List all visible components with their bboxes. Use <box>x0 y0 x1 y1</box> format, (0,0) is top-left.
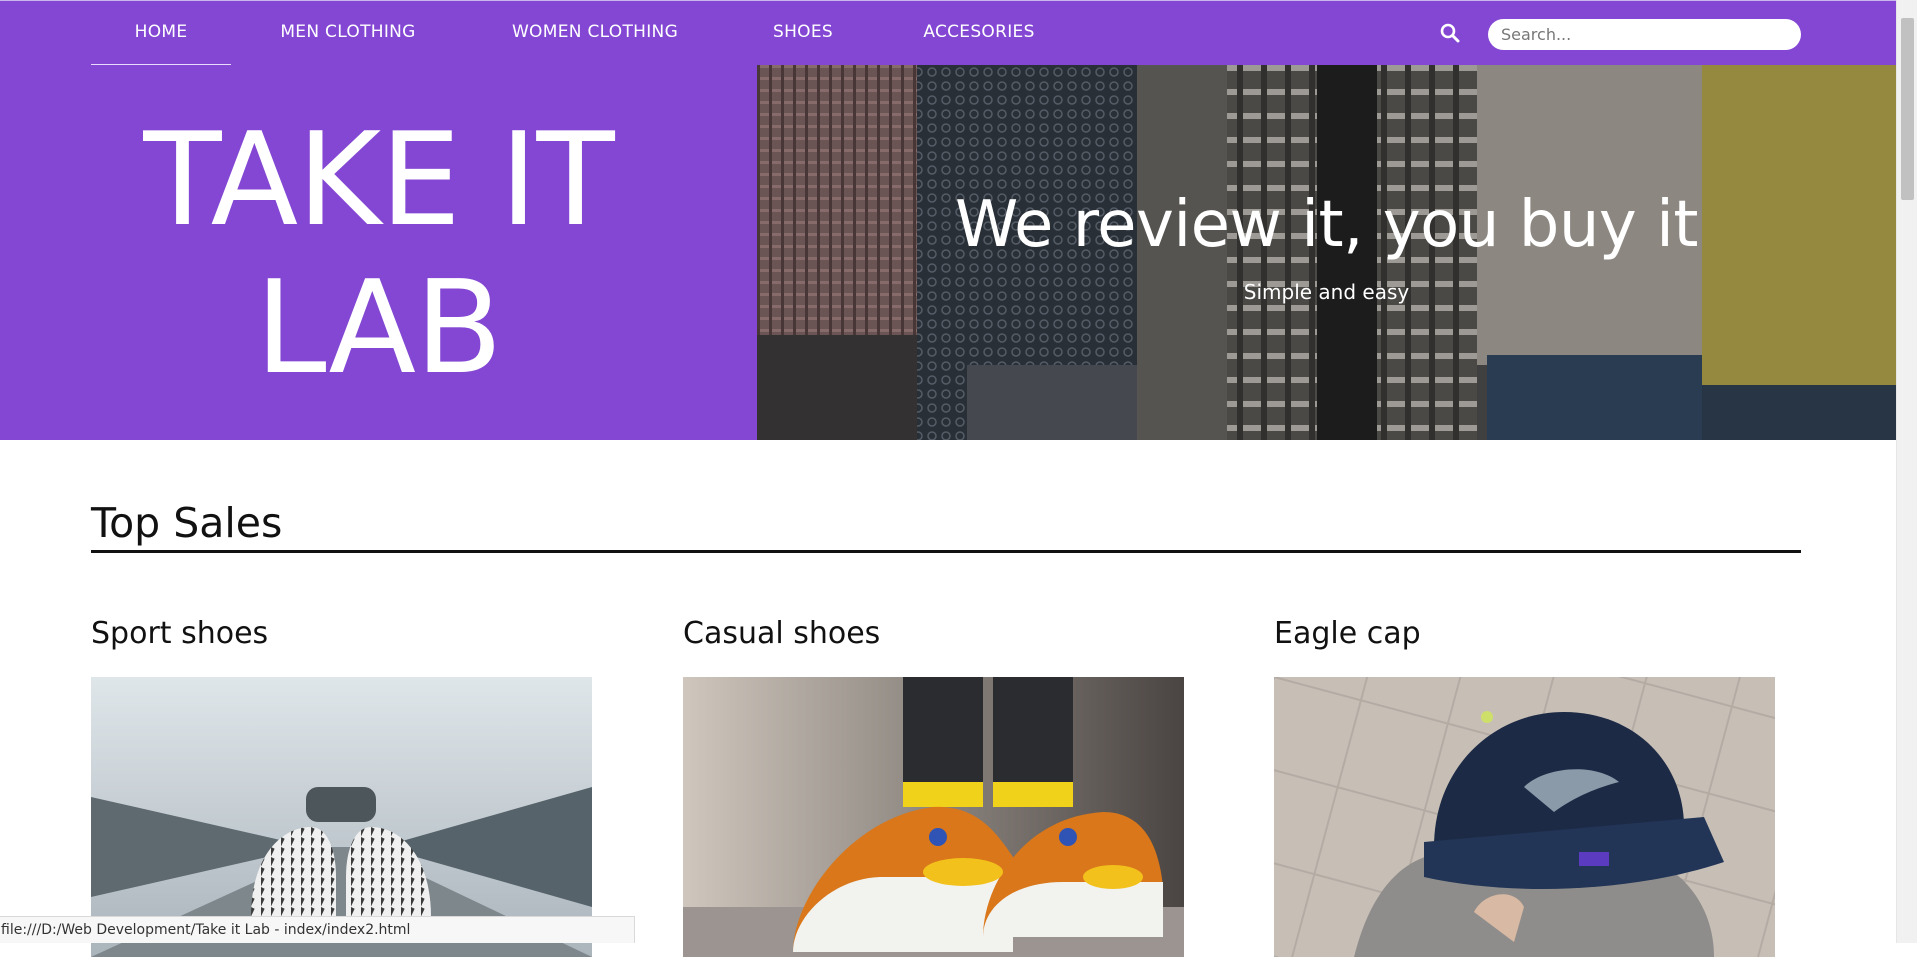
nav-shoes[interactable]: SHOES <box>752 1 854 66</box>
top-navbar: HOME MEN CLOTHING WOMEN CLOTHING SHOES A… <box>0 0 1896 66</box>
product-title: Sport shoes <box>91 616 269 651</box>
search-icon[interactable] <box>1440 23 1460 43</box>
product-image-eagle-cap[interactable] <box>1274 677 1775 957</box>
brand-line-2: LAB <box>255 254 503 403</box>
product-title: Casual shoes <box>683 616 881 651</box>
product-card-eagle-cap[interactable]: Eagle cap <box>1274 612 1775 957</box>
product-image-casual-shoes[interactable] <box>683 677 1184 957</box>
product-title: Eagle cap <box>1274 616 1421 651</box>
product-card-sport-shoes[interactable]: Sport shoes <box>91 612 592 957</box>
nav-men-clothing[interactable]: MEN CLOTHING <box>262 1 434 66</box>
hero-brand-panel: TAKE IT LAB <box>0 65 757 440</box>
brand-title: TAKE IT LAB <box>0 107 757 403</box>
nav-accesories[interactable]: ACCESORIES <box>905 1 1053 66</box>
nav-women-clothing[interactable]: WOMEN CLOTHING <box>496 1 694 66</box>
brand-line-1: TAKE IT <box>143 106 614 255</box>
browser-status-bar: file:///D:/Web Development/Take it Lab -… <box>0 916 635 943</box>
page-scrollbar[interactable] <box>1896 0 1917 943</box>
section-title-top-sales: Top Sales <box>91 499 283 547</box>
search-input[interactable] <box>1488 19 1801 50</box>
section-divider <box>91 550 1801 553</box>
hero-subtitle: Simple and easy <box>1243 280 1410 304</box>
scrollbar-thumb[interactable] <box>1901 18 1914 200</box>
hero-tagline: We review it, you buy it <box>954 188 1699 262</box>
hero-banner: We review it, you buy it Simple and easy <box>757 65 1896 440</box>
product-image-sport-shoes[interactable] <box>91 677 592 957</box>
nav-home[interactable]: HOME <box>91 1 231 66</box>
product-card-casual-shoes[interactable]: Casual shoes <box>683 612 1184 957</box>
